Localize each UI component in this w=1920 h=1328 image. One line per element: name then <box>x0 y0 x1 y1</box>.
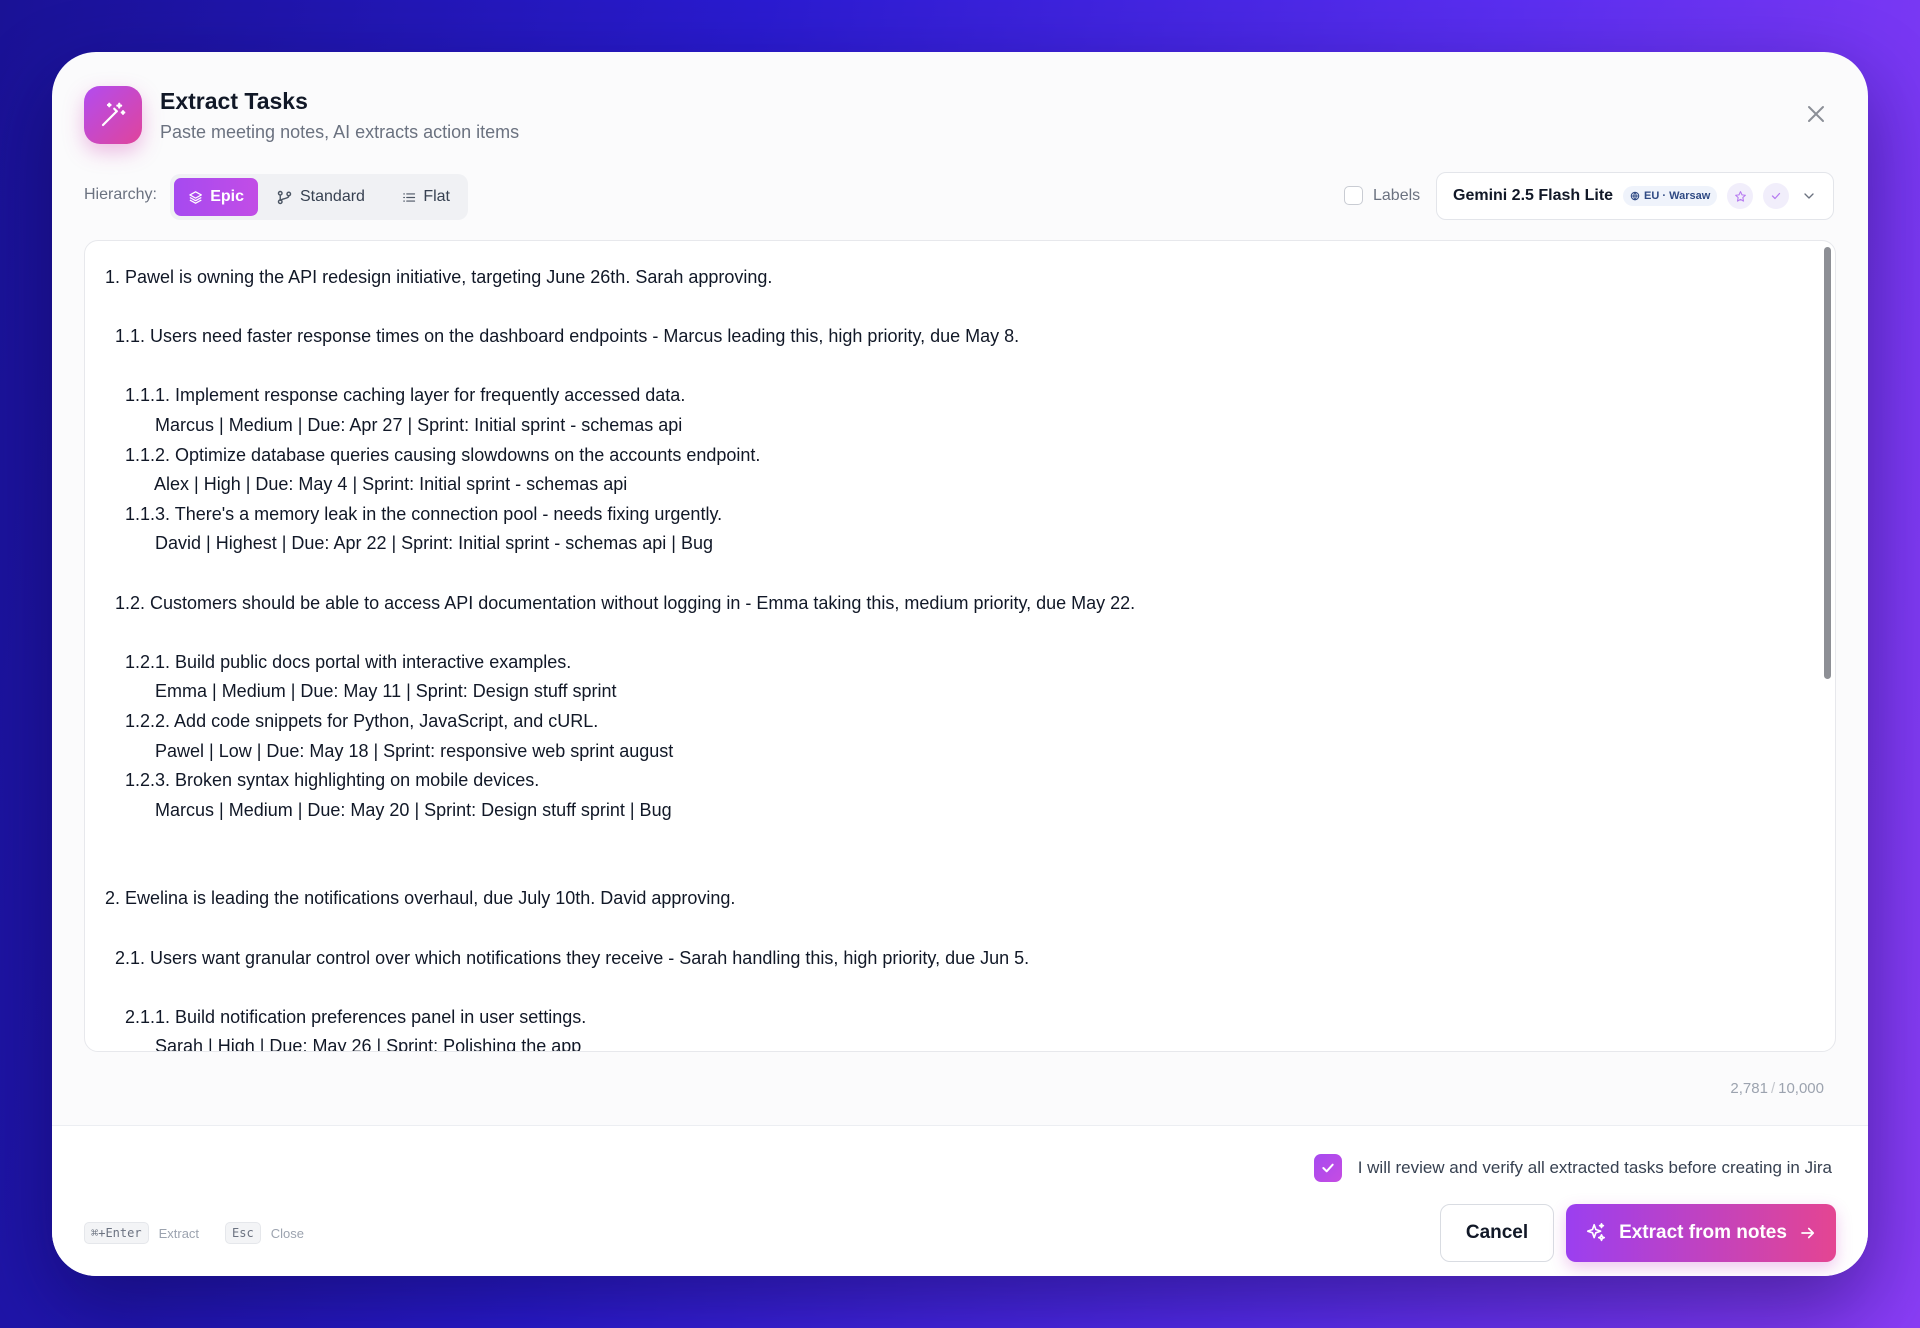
hierarchy-option-label: Epic <box>210 188 244 205</box>
chevron-down-icon <box>1801 188 1817 204</box>
cancel-button[interactable]: Cancel <box>1440 1204 1554 1262</box>
hierarchy-label: Hierarchy: <box>84 186 157 203</box>
shortcut-label-close: Close <box>270 1225 304 1241</box>
verify-confirmation[interactable]: I will review and verify all extracted t… <box>1313 1154 1832 1182</box>
sparkles-icon <box>1586 1223 1606 1242</box>
list-icon <box>403 192 416 202</box>
editor-scrollbar[interactable] <box>1824 247 1831 679</box>
hierarchy-option-standard[interactable]: Standard <box>262 178 384 216</box>
verify-text: I will review and verify all extracted t… <box>1357 1158 1832 1177</box>
favorite-model-button[interactable] <box>1727 183 1754 209</box>
labels-toggle-label: Labels <box>1373 186 1421 204</box>
extract-tasks-dialog: Extract Tasks Paste meeting notes, AI ex… <box>52 52 1868 1276</box>
extract-button-label: Extract from notes <box>1619 1222 1787 1243</box>
layers-icon <box>189 190 202 204</box>
shortcut-key-close: Esc <box>225 1222 261 1244</box>
model-selector[interactable]: Gemini 2.5 Flash Lite EU · Warsaw <box>1436 172 1834 220</box>
verify-checkbox[interactable] <box>1313 1154 1342 1182</box>
check-icon <box>1772 192 1781 200</box>
star-icon <box>1734 190 1746 202</box>
close-button[interactable] <box>1798 96 1834 132</box>
labels-checkbox[interactable] <box>1344 186 1363 205</box>
region-badge: EU · Warsaw <box>1623 186 1718 206</box>
close-icon <box>1808 106 1824 122</box>
region-label: EU · Warsaw <box>1644 190 1711 202</box>
notes-content[interactable]: 1. Pawel is owning the API redesign init… <box>85 241 1835 1051</box>
check-icon <box>1322 1163 1334 1173</box>
model-name: Gemini 2.5 Flash Lite <box>1453 187 1614 204</box>
git-branch-icon <box>277 190 292 204</box>
extract-button[interactable]: Extract from notes <box>1566 1204 1836 1262</box>
hierarchy-selector: Epic Standard Flat <box>170 174 468 220</box>
labels-toggle[interactable]: Labels <box>1344 186 1420 205</box>
shortcut-label-extract: Extract <box>158 1225 200 1241</box>
hierarchy-option-epic[interactable]: Epic <box>174 178 258 216</box>
character-count: 2,781/10,000 <box>1730 1080 1824 1097</box>
char-count-value: 2,781 <box>1730 1080 1768 1097</box>
hierarchy-option-label: Standard <box>300 188 365 205</box>
hierarchy-option-flat[interactable]: Flat <box>388 178 464 216</box>
dialog-title: Extract Tasks <box>160 88 308 114</box>
dialog-footer: I will review and verify all extracted t… <box>52 1125 1868 1276</box>
char-limit-value: 10,000 <box>1778 1080 1824 1097</box>
shortcut-key-extract: ⌘+Enter <box>84 1222 149 1244</box>
keyboard-shortcuts: ⌘+Enter Extract Esc Close <box>84 1222 304 1244</box>
arrow-right-icon <box>1801 1227 1815 1239</box>
globe-icon <box>1630 191 1640 201</box>
hierarchy-option-label: Flat <box>423 188 450 205</box>
magic-wand-icon <box>84 86 142 144</box>
model-verified-badge <box>1763 183 1790 209</box>
dialog-subtitle: Paste meeting notes, AI extracts action … <box>160 122 520 142</box>
notes-textarea[interactable]: 1. Pawel is owning the API redesign init… <box>84 240 1836 1052</box>
